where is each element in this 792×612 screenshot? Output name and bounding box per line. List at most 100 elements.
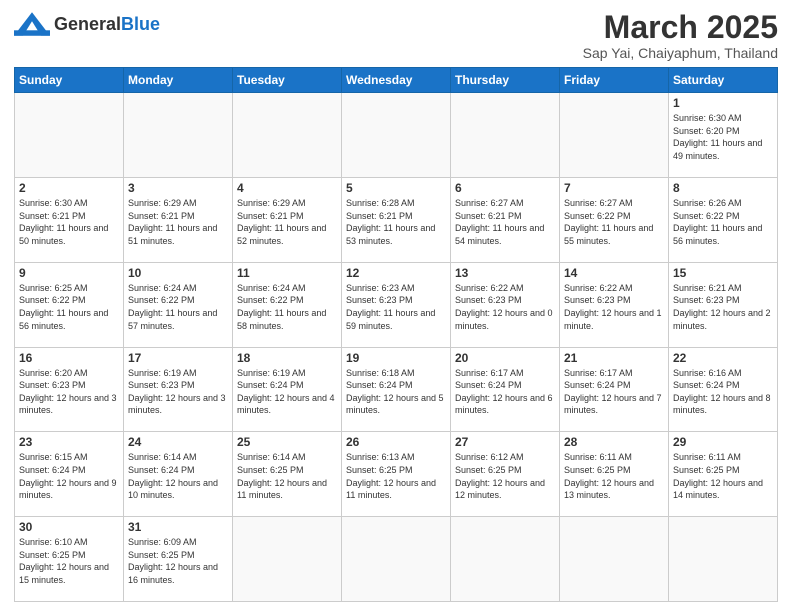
day-info: Sunrise: 6:11 AM Sunset: 6:25 PM Dayligh… xyxy=(564,451,664,501)
day-info: Sunrise: 6:14 AM Sunset: 6:24 PM Dayligh… xyxy=(128,451,228,501)
week-row-2: 9Sunrise: 6:25 AM Sunset: 6:22 PM Daylig… xyxy=(15,262,778,347)
calendar-cell: 10 Sunrise: 6:24 AM Sunset: 6:22 PM Dayli… xyxy=(124,262,233,347)
calendar-cell: 2 Sunrise: 6:30 AM Sunset: 6:21 PM Daylig… xyxy=(15,177,124,262)
day-info: Sunrise: 6:27 AM Sunset: 6:21 PM Dayligh… xyxy=(455,197,555,247)
day-number: 10 xyxy=(128,266,228,280)
day-info: Sunrise: 6:24 AM Sunset: 6:22 PM Dayligh… xyxy=(128,282,228,332)
calendar-cell: 20 Sunrise: 6:17 AM Sunset: 6:24 PM Dayli… xyxy=(451,347,560,432)
day-number: 26 xyxy=(346,435,446,449)
week-row-3: 16 Sunrise: 6:20 AM Sunset: 6:23 PM Dayli… xyxy=(15,347,778,432)
calendar-cell xyxy=(124,93,233,178)
calendar-table: SundayMondayTuesdayWednesdayThursdayFrid… xyxy=(14,67,778,602)
day-info: Sunrise: 6:30 AM Sunset: 6:21 PM Dayligh… xyxy=(19,197,119,247)
day-number: 6 xyxy=(455,181,555,195)
day-info: Sunrise: 6:21 AM Sunset: 6:23 PM Dayligh… xyxy=(673,282,773,332)
weekday-tuesday: Tuesday xyxy=(233,68,342,93)
weekday-header-row: SundayMondayTuesdayWednesdayThursdayFrid… xyxy=(15,68,778,93)
calendar-cell: 17 Sunrise: 6:19 AM Sunset: 6:23 PM Dayli… xyxy=(124,347,233,432)
day-number: 18 xyxy=(237,351,337,365)
day-number: 5 xyxy=(346,181,446,195)
calendar-cell xyxy=(669,517,778,602)
week-row-0: 1 Sunrise: 6:30 AM Sunset: 6:20 PM Daylig… xyxy=(15,93,778,178)
day-info: Sunrise: 6:28 AM Sunset: 6:21 PM Dayligh… xyxy=(346,197,446,247)
week-row-5: 30 Sunrise: 6:10 AM Sunset: 6:25 PM Dayli… xyxy=(15,517,778,602)
day-info: Sunrise: 6:25 AM Sunset: 6:22 PM Dayligh… xyxy=(19,282,119,332)
weekday-sunday: Sunday xyxy=(15,68,124,93)
calendar-cell xyxy=(233,517,342,602)
calendar-cell xyxy=(15,93,124,178)
calendar-cell: 15Sunrise: 6:21 AM Sunset: 6:23 PM Dayli… xyxy=(669,262,778,347)
day-info: Sunrise: 6:22 AM Sunset: 6:23 PM Dayligh… xyxy=(455,282,555,332)
calendar-cell: 5 Sunrise: 6:28 AM Sunset: 6:21 PM Daylig… xyxy=(342,177,451,262)
week-row-4: 23 Sunrise: 6:15 AM Sunset: 6:24 PM Dayli… xyxy=(15,432,778,517)
day-number: 23 xyxy=(19,435,119,449)
weekday-friday: Friday xyxy=(560,68,669,93)
calendar-cell xyxy=(451,93,560,178)
calendar-cell: 29Sunrise: 6:11 AM Sunset: 6:25 PM Dayli… xyxy=(669,432,778,517)
day-number: 30 xyxy=(19,520,119,534)
subtitle: Sap Yai, Chaiyaphum, Thailand xyxy=(583,45,778,61)
day-number: 31 xyxy=(128,520,228,534)
calendar-cell: 13 Sunrise: 6:22 AM Sunset: 6:23 PM Dayli… xyxy=(451,262,560,347)
calendar-cell: 31 Sunrise: 6:09 AM Sunset: 6:25 PM Dayli… xyxy=(124,517,233,602)
calendar-cell: 7 Sunrise: 6:27 AM Sunset: 6:22 PM Daylig… xyxy=(560,177,669,262)
day-info: Sunrise: 6:24 AM Sunset: 6:22 PM Dayligh… xyxy=(237,282,337,332)
calendar-cell: 11Sunrise: 6:24 AM Sunset: 6:22 PM Dayli… xyxy=(233,262,342,347)
calendar-cell: 6 Sunrise: 6:27 AM Sunset: 6:21 PM Daylig… xyxy=(451,177,560,262)
day-number: 21 xyxy=(564,351,664,365)
weekday-monday: Monday xyxy=(124,68,233,93)
day-info: Sunrise: 6:30 AM Sunset: 6:20 PM Dayligh… xyxy=(673,112,773,162)
calendar-cell: 27Sunrise: 6:12 AM Sunset: 6:25 PM Dayli… xyxy=(451,432,560,517)
header: GeneralBlue March 2025 Sap Yai, Chaiyaph… xyxy=(14,10,778,61)
day-info: Sunrise: 6:19 AM Sunset: 6:23 PM Dayligh… xyxy=(128,367,228,417)
calendar-cell: 26 Sunrise: 6:13 AM Sunset: 6:25 PM Dayli… xyxy=(342,432,451,517)
day-number: 24 xyxy=(128,435,228,449)
day-number: 13 xyxy=(455,266,555,280)
day-info: Sunrise: 6:13 AM Sunset: 6:25 PM Dayligh… xyxy=(346,451,446,501)
day-number: 8 xyxy=(673,181,773,195)
day-number: 16 xyxy=(19,351,119,365)
calendar-cell: 4 Sunrise: 6:29 AM Sunset: 6:21 PM Daylig… xyxy=(233,177,342,262)
logo-text: GeneralBlue xyxy=(54,14,160,34)
day-number: 22 xyxy=(673,351,773,365)
day-info: Sunrise: 6:09 AM Sunset: 6:25 PM Dayligh… xyxy=(128,536,228,586)
day-info: Sunrise: 6:18 AM Sunset: 6:24 PM Dayligh… xyxy=(346,367,446,417)
day-info: Sunrise: 6:10 AM Sunset: 6:25 PM Dayligh… xyxy=(19,536,119,586)
day-info: Sunrise: 6:27 AM Sunset: 6:22 PM Dayligh… xyxy=(564,197,664,247)
logo: GeneralBlue xyxy=(14,10,160,38)
calendar-cell xyxy=(342,93,451,178)
weekday-wednesday: Wednesday xyxy=(342,68,451,93)
day-number: 4 xyxy=(237,181,337,195)
calendar-cell xyxy=(451,517,560,602)
day-info: Sunrise: 6:29 AM Sunset: 6:21 PM Dayligh… xyxy=(128,197,228,247)
day-number: 29 xyxy=(673,435,773,449)
week-row-1: 2 Sunrise: 6:30 AM Sunset: 6:21 PM Daylig… xyxy=(15,177,778,262)
day-info: Sunrise: 6:15 AM Sunset: 6:24 PM Dayligh… xyxy=(19,451,119,501)
logo-icon xyxy=(14,10,50,38)
calendar-cell xyxy=(233,93,342,178)
calendar-cell: 22Sunrise: 6:16 AM Sunset: 6:24 PM Dayli… xyxy=(669,347,778,432)
calendar-cell: 3Sunrise: 6:29 AM Sunset: 6:21 PM Daylig… xyxy=(124,177,233,262)
day-number: 1 xyxy=(673,96,773,110)
day-info: Sunrise: 6:17 AM Sunset: 6:24 PM Dayligh… xyxy=(455,367,555,417)
day-info: Sunrise: 6:26 AM Sunset: 6:22 PM Dayligh… xyxy=(673,197,773,247)
day-info: Sunrise: 6:20 AM Sunset: 6:23 PM Dayligh… xyxy=(19,367,119,417)
calendar-cell: 25Sunrise: 6:14 AM Sunset: 6:25 PM Dayli… xyxy=(233,432,342,517)
day-number: 20 xyxy=(455,351,555,365)
day-info: Sunrise: 6:29 AM Sunset: 6:21 PM Dayligh… xyxy=(237,197,337,247)
calendar-cell: 18 Sunrise: 6:19 AM Sunset: 6:24 PM Dayli… xyxy=(233,347,342,432)
weekday-saturday: Saturday xyxy=(669,68,778,93)
day-info: Sunrise: 6:19 AM Sunset: 6:24 PM Dayligh… xyxy=(237,367,337,417)
day-number: 19 xyxy=(346,351,446,365)
day-info: Sunrise: 6:22 AM Sunset: 6:23 PM Dayligh… xyxy=(564,282,664,332)
day-number: 28 xyxy=(564,435,664,449)
calendar-cell xyxy=(560,517,669,602)
month-title: March 2025 xyxy=(583,10,778,45)
day-info: Sunrise: 6:12 AM Sunset: 6:25 PM Dayligh… xyxy=(455,451,555,501)
weekday-thursday: Thursday xyxy=(451,68,560,93)
calendar-cell: 14Sunrise: 6:22 AM Sunset: 6:23 PM Dayli… xyxy=(560,262,669,347)
day-number: 7 xyxy=(564,181,664,195)
day-number: 17 xyxy=(128,351,228,365)
day-number: 2 xyxy=(19,181,119,195)
calendar-cell: 19 Sunrise: 6:18 AM Sunset: 6:24 PM Dayli… xyxy=(342,347,451,432)
